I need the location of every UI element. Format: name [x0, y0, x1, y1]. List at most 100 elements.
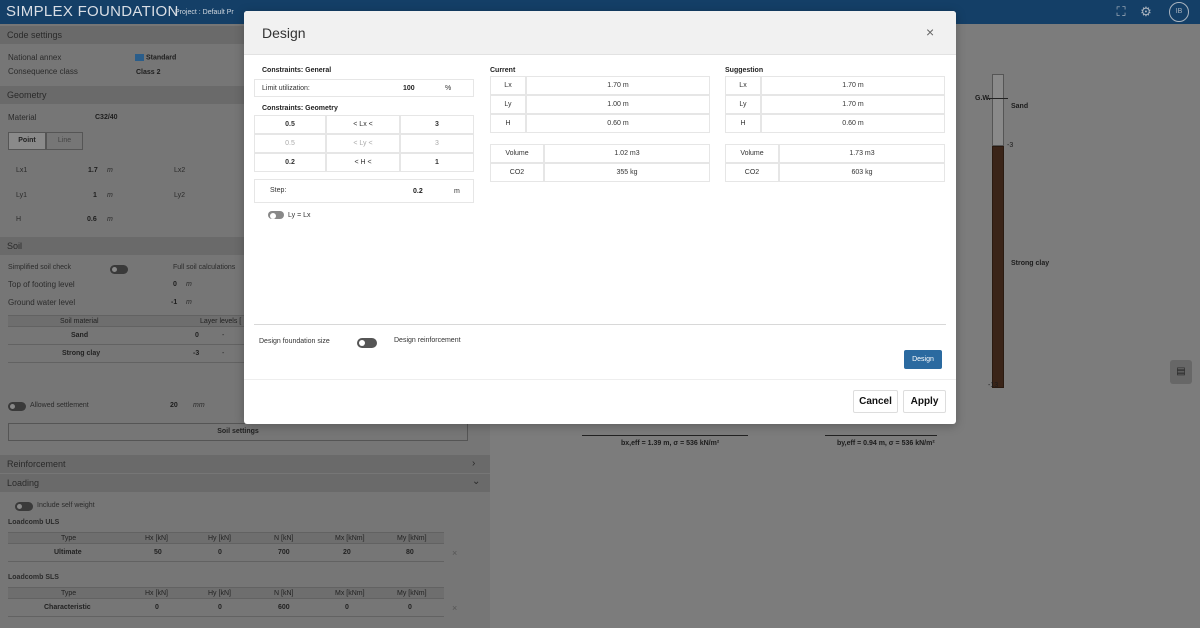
ly2-label: Ly2 [174, 192, 186, 199]
material-select[interactable]: C32/40 [95, 114, 118, 121]
lx-min-input[interactable]: 0.5 [254, 115, 326, 134]
current-co2-label: CO2 [490, 163, 544, 182]
settlement-label: Allowed settlement [30, 402, 89, 409]
constraints-general-title: Constraints: General [262, 67, 332, 74]
suggestion-volume-label: Volume [725, 144, 779, 163]
design-size-label: Design foundation size [259, 338, 330, 345]
h-max-input[interactable]: 1 [400, 153, 474, 172]
sls-table-header: Type Hx [kN] Hy [kN] N [kN] Mx [kNm] My … [8, 588, 444, 599]
section-loading[interactable]: Loading ⌄ [0, 474, 490, 492]
limit-utilization-input[interactable]: 100 [403, 85, 415, 92]
uls-title: Loadcomb ULS [8, 519, 60, 526]
table-row[interactable]: Ultimate 50 0 700 20 80 [8, 544, 444, 562]
self-weight-label: Include self weight [37, 502, 95, 509]
footer-divider [244, 379, 956, 380]
apply-button[interactable]: Apply [903, 390, 946, 413]
lx1-value[interactable]: 1.7 [88, 167, 98, 174]
dimension-label-y: by,eff = 0.94 m, σ = 536 kN/m² [837, 440, 935, 447]
gwl-unit: m [186, 299, 192, 306]
gwl-value[interactable]: -1 [171, 299, 177, 306]
design-mode-toggle[interactable] [357, 338, 377, 348]
soil-settings-button[interactable]: Soil settings [8, 423, 468, 441]
current-volume-value: 1.02 m3 [544, 144, 710, 163]
soil-mode-toggle[interactable] [110, 265, 128, 274]
design-button[interactable]: Design [904, 350, 942, 369]
fullscreen-icon[interactable]: ⛶ [1112, 3, 1130, 21]
section-reinforcement[interactable]: Reinforcement › [0, 455, 490, 473]
current-h-label: H [490, 114, 526, 133]
lx-operator: < Lx < [326, 115, 400, 134]
report-icon[interactable]: ▤ [1170, 360, 1192, 384]
current-co2-value: 355 kg [544, 163, 710, 182]
ly-equals-lx-toggle[interactable] [268, 211, 284, 219]
self-weight-toggle[interactable] [15, 502, 33, 511]
suggestion-ly-label: Ly [725, 95, 761, 114]
gwl-label: Ground water level [8, 298, 76, 307]
top-footing-value[interactable]: 0 [173, 281, 177, 288]
lx2-label: Lx2 [174, 167, 186, 174]
current-volume-label: Volume [490, 144, 544, 163]
project-name: Default Pr [202, 9, 234, 16]
sand-layer [992, 74, 1004, 146]
top-footing-label: Top of footing level [8, 280, 75, 289]
settlement-unit: mm [193, 402, 205, 409]
tab-line[interactable]: Line [46, 132, 83, 150]
table-row[interactable]: Characteristic 0 0 600 0 0 [8, 599, 444, 617]
h-operator: < H < [326, 153, 400, 172]
settlement-toggle[interactable] [8, 402, 26, 411]
dimension-line-x [582, 435, 748, 436]
delete-uls-icon[interactable]: × [452, 548, 457, 558]
settlement-value[interactable]: 20 [170, 402, 178, 409]
national-annex-select[interactable]: Standard [135, 54, 176, 61]
consequence-class-select[interactable]: Class 2 [136, 69, 161, 76]
lx1-label: Lx1 [16, 167, 28, 174]
clay-label: Strong clay [1011, 260, 1050, 267]
current-ly-value: 1.00 m [526, 95, 710, 114]
cancel-button[interactable]: Cancel [853, 390, 898, 413]
level-minus-3: -3 [1007, 142, 1014, 149]
suggestion-volume-value: 1.73 m3 [779, 144, 945, 163]
project-label[interactable]: Project : Default Pr [175, 9, 234, 16]
chevron-right-icon: › [472, 458, 476, 469]
ly-operator: < Ly < [326, 134, 400, 153]
suggestion-lx-label: Lx [725, 76, 761, 95]
current-lx-label: Lx [490, 76, 526, 95]
ly1-value[interactable]: 1 [93, 192, 97, 199]
simplified-soil-label: Simplified soil check [8, 264, 72, 271]
consequence-class-label: Consequence class [8, 67, 78, 76]
h-label: H [16, 216, 22, 223]
h-min-input[interactable]: 0.2 [254, 153, 326, 172]
close-icon[interactable]: × [926, 24, 934, 40]
current-title: Current [490, 67, 516, 74]
step-row [254, 179, 474, 203]
ly-equals-lx-label: Ly = Lx [288, 212, 311, 219]
step-label: Step: [270, 187, 287, 194]
flag-icon [135, 54, 144, 61]
gear-icon[interactable]: ⚙ [1137, 3, 1155, 21]
level-minus-13: -13 [988, 382, 999, 389]
uls-table: Type Hx [kN] Hy [kN] N [kN] Mx [kNm] My … [8, 532, 444, 562]
full-soil-label: Full soil calculations [173, 264, 236, 271]
sand-label: Sand [1011, 103, 1029, 110]
ly-min-input[interactable]: 0.5 [254, 134, 326, 153]
h-unit: m [107, 216, 113, 223]
limit-utilization-unit: % [445, 85, 452, 92]
delete-sls-icon[interactable]: × [452, 603, 457, 613]
sls-title: Loadcomb SLS [8, 574, 59, 581]
current-h-value: 0.60 m [526, 114, 710, 133]
current-lx-value: 1.70 m [526, 76, 710, 95]
lx-max-input[interactable]: 3 [400, 115, 474, 134]
ly-max-input[interactable]: 3 [400, 134, 474, 153]
suggestion-title: Suggestion [725, 67, 764, 74]
step-input[interactable]: 0.2 [413, 188, 423, 195]
top-footing-unit: m [186, 281, 192, 288]
divider [254, 324, 946, 325]
h-value[interactable]: 0.6 [87, 216, 97, 223]
design-reinforcement-label: Design reinforcement [394, 337, 461, 344]
suggestion-ly-value: 1.70 m [761, 95, 945, 114]
suggestion-h-label: H [725, 114, 761, 133]
limit-utilization-label: Limit utilization: [262, 85, 310, 92]
sls-table: Type Hx [kN] Hy [kN] N [kN] Mx [kNm] My … [8, 587, 444, 617]
avatar[interactable]: IB [1169, 2, 1189, 22]
tab-point[interactable]: Point [8, 132, 46, 150]
